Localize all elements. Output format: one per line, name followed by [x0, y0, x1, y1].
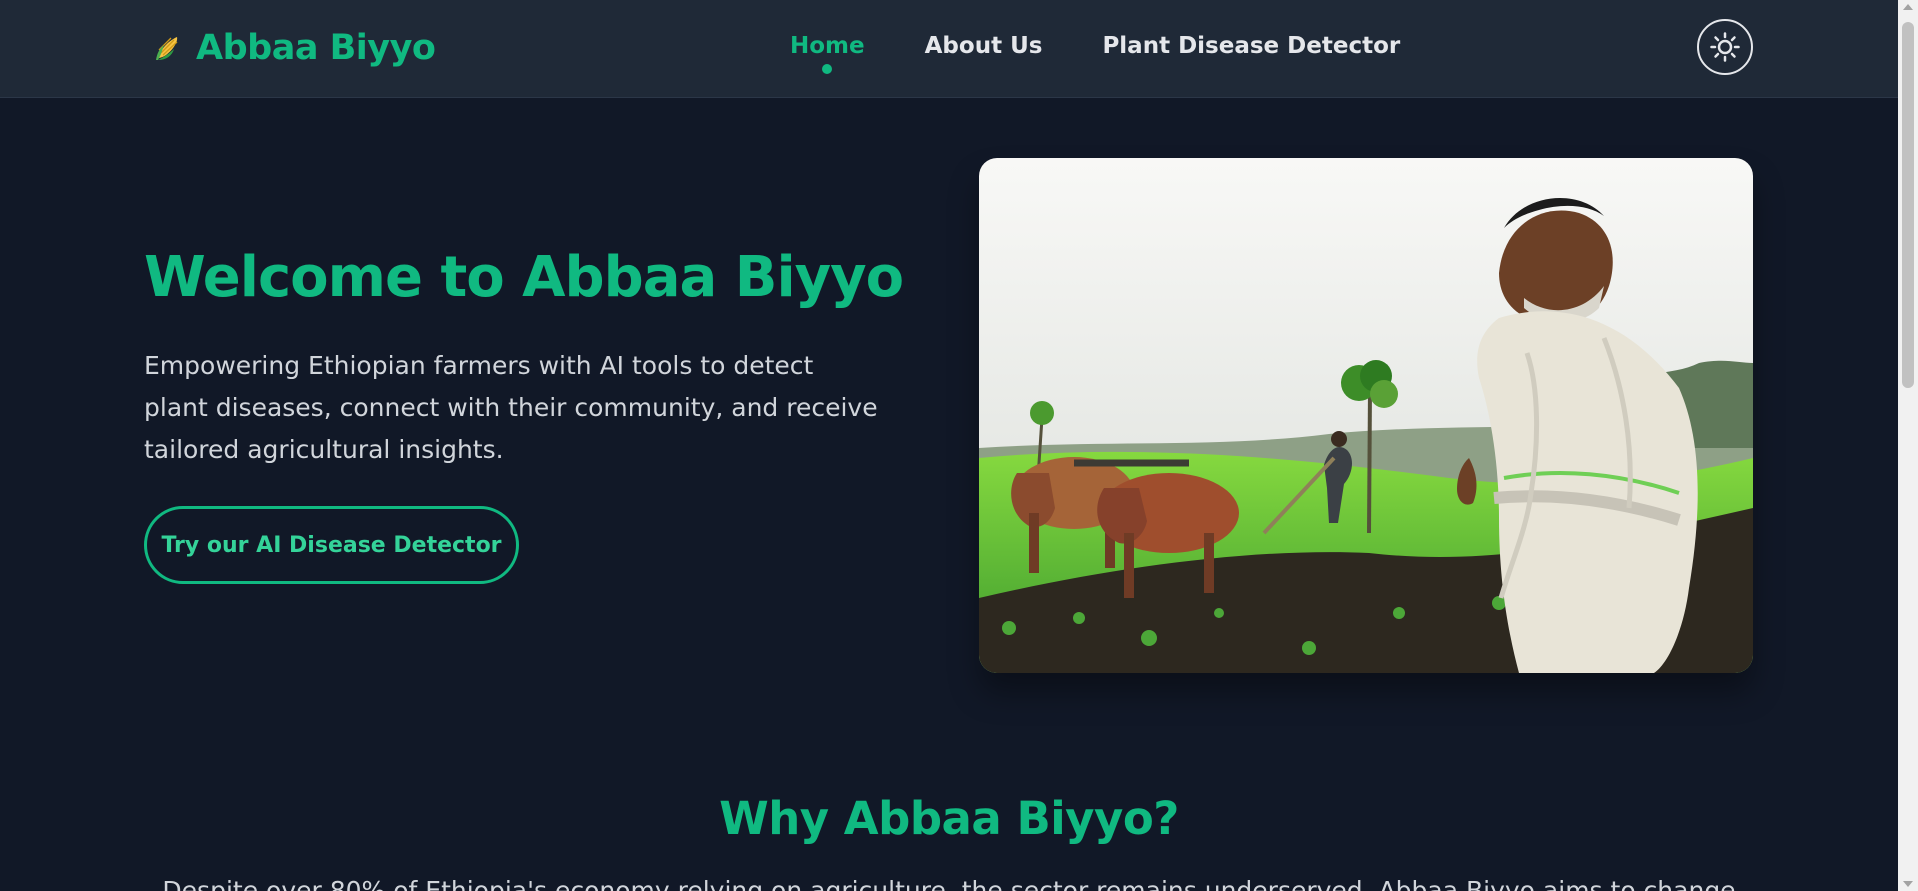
active-nav-indicator	[822, 64, 833, 74]
page-scrollbar[interactable]	[1898, 0, 1918, 891]
nav-about-us-label: About Us	[924, 33, 1043, 59]
page: Abbaa Biyyo Home About Us Plant Disease …	[0, 0, 1918, 891]
theme-toggle-button[interactable]	[1697, 19, 1753, 75]
nav-home-label: Home	[790, 33, 865, 59]
brand-name: Abbaa Biyyo	[196, 28, 436, 68]
nav-plant-disease-detector[interactable]: Plant Disease Detector	[1102, 30, 1400, 62]
nav-plant-disease-detector-label: Plant Disease Detector	[1102, 33, 1401, 59]
scroll-down-icon[interactable]	[1903, 881, 1913, 887]
why-section-text: Despite over 80% of Ethiopia's economy r…	[162, 876, 1736, 891]
corn-icon	[156, 37, 178, 60]
scroll-up-icon[interactable]	[1903, 4, 1913, 10]
sun-icon	[1710, 32, 1740, 62]
nav-home[interactable]: Home	[790, 30, 865, 74]
why-section-title: Why Abbaa Biyyo?	[719, 792, 1179, 845]
hero-title: Welcome to Abbaa Biyyo	[144, 245, 904, 310]
scrollbar-thumb[interactable]	[1902, 22, 1914, 388]
main-nav: Home About Us Plant Disease Detector	[790, 30, 1400, 74]
nav-about-us[interactable]: About Us	[925, 30, 1043, 62]
hero-description: Empowering Ethiopian farmers with AI too…	[144, 351, 878, 464]
top-navbar: Abbaa Biyyo Home About Us Plant Disease …	[0, 0, 1898, 98]
ai-disease-detector-button[interactable]: Try our AI Disease Detector	[144, 506, 519, 584]
brand-logo[interactable]: Abbaa Biyyo	[150, 26, 436, 70]
farmer-plowing-illustration	[979, 158, 1753, 673]
hero-farmer-image	[979, 158, 1753, 673]
